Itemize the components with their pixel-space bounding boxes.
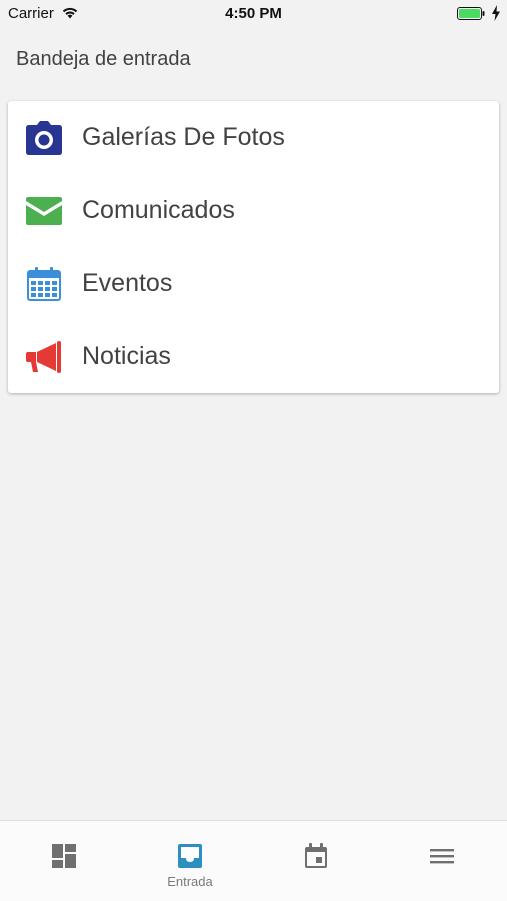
status-bar: Carrier 4:50 PM — [0, 0, 507, 28]
calendar-icon — [26, 266, 62, 302]
page-title: Bandeja de entrada — [16, 48, 191, 70]
tab-label: Entrada — [167, 874, 213, 889]
tab-inbox[interactable]: Entrada — [127, 821, 253, 901]
camera-icon — [26, 120, 62, 156]
dashboard-icon — [52, 844, 76, 868]
menu-item-events[interactable]: Eventos — [8, 247, 499, 320]
menu-item-label: Noticias — [82, 342, 171, 370]
menu-item-label: Eventos — [82, 269, 173, 297]
menu-item-label: Comunicados — [82, 196, 235, 224]
menu-item-news[interactable]: Noticias — [8, 320, 499, 393]
menu-item-announcements[interactable]: Comunicados — [8, 174, 499, 247]
megaphone-icon — [26, 339, 62, 375]
battery-icon — [457, 7, 485, 20]
inbox-card: Galerías De Fotos Comunicados Eventos No… — [8, 101, 499, 393]
charging-bolt-icon — [492, 5, 500, 21]
tab-menu[interactable] — [379, 821, 505, 901]
menu-item-photo-galleries[interactable]: Galerías De Fotos — [8, 101, 499, 174]
envelope-icon — [26, 193, 62, 229]
calendar-event-icon — [305, 843, 327, 868]
inbox-icon — [178, 844, 202, 868]
bottom-tab-bar: Entrada — [0, 820, 507, 901]
menu-icon — [430, 849, 454, 864]
tab-dashboard[interactable] — [1, 821, 127, 901]
menu-item-label: Galerías De Fotos — [82, 123, 285, 151]
clock: 4:50 PM — [225, 5, 282, 22]
tab-calendar[interactable] — [253, 821, 379, 901]
